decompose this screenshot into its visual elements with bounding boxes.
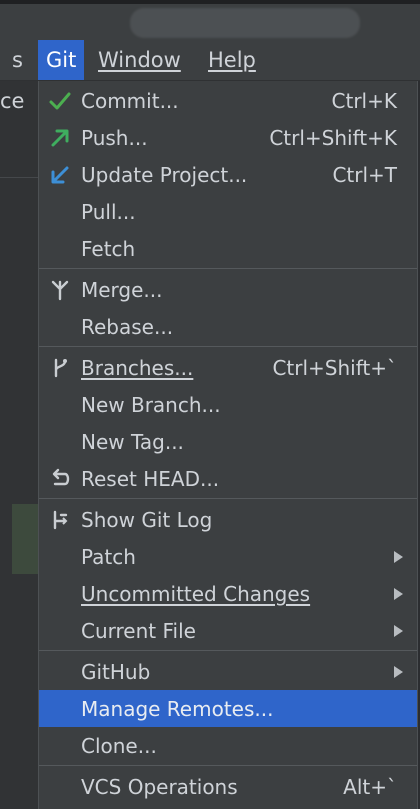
update-arrow-icon [39,156,81,193]
menu-item-label: Show Git Log [81,507,213,532]
menu-item-label: Uncommitted Changes [81,582,394,606]
menu-item-github[interactable]: GitHub [39,653,417,690]
menu-window[interactable]: Window [90,40,189,80]
menu-bar: s Git Window Help [0,40,420,81]
merge-icon [39,271,81,308]
menu-item-label-text: Branches... [81,355,194,380]
menu-separator [39,498,417,499]
changed-lines-marker [12,504,38,574]
check-icon [39,82,81,119]
branch-icon [39,349,81,386]
menu-separator [39,650,417,651]
menu-item-commit[interactable]: Commit... Ctrl+K [39,82,417,119]
undo-icon [39,460,81,497]
menu-item-label: Clone... [81,733,157,758]
push-arrow-icon [39,119,81,156]
menu-item-label: Merge... [81,277,163,302]
menu-item-label: Pull... [81,199,136,224]
menu-item-rebase[interactable]: Rebase... [39,308,417,345]
menu-help[interactable]: Help [200,40,264,80]
menu-item-label: Current File [81,618,196,643]
partial-text: ce [0,89,25,113]
menu-item-update-project[interactable]: Update Project... Ctrl+T [39,156,417,193]
menu-item-merge[interactable]: Merge... [39,271,417,308]
menu-item-label: VCS Operations [81,774,238,799]
menu-item-vcs-operations[interactable]: VCS Operations Alt+` [39,768,417,805]
menu-item-label: Push... [81,125,148,150]
editor-left-strip: ce [0,81,38,809]
git-log-icon [39,501,81,538]
submenu-arrow-icon [394,665,403,678]
menu-item-shortcut: Ctrl+T [332,162,397,187]
menu-item-label: Rebase... [81,314,174,339]
menu-partial-s[interactable]: s [4,40,31,80]
menu-item-label: Reset HEAD... [81,466,220,491]
menu-item-label: Update Project... [81,162,248,187]
menu-window-label: Window [98,48,181,72]
menu-item-label-text: Uncommitted Changes [81,581,311,606]
menu-item-new-tag[interactable]: New Tag... [39,423,417,460]
menu-item-patch[interactable]: Patch [39,538,417,575]
menu-item-uncommitted-changes[interactable]: Uncommitted Changes [39,575,417,612]
menu-item-fetch[interactable]: Fetch [39,230,417,267]
menu-item-pull[interactable]: Pull... [39,193,417,230]
menu-item-label: Patch [81,544,136,569]
menu-item-label: Fetch [81,236,136,261]
menu-item-push[interactable]: Push... Ctrl+Shift+K [39,119,417,156]
menu-item-current-file[interactable]: Current File [39,612,417,649]
menu-item-shortcut: Ctrl+K [331,88,397,113]
menu-item-label: New Tag... [81,429,184,454]
title-bar [0,0,420,40]
menu-item-shortcut: Ctrl+Shift+` [272,355,397,380]
menu-separator [39,268,417,269]
menu-item-show-git-log[interactable]: Show Git Log [39,501,417,538]
menu-item-label: Manage Remotes... [81,696,274,721]
menu-separator [39,346,417,347]
menu-item-branches[interactable]: Branches... Ctrl+Shift+` [39,349,417,386]
submenu-arrow-icon [394,550,403,563]
menu-item-label: New Branch... [81,392,221,417]
git-menu: Commit... Ctrl+K Push... Ctrl+Shift+K Up… [38,81,418,809]
menu-help-label: Help [208,48,256,72]
menu-item-new-branch[interactable]: New Branch... [39,386,417,423]
title-bar-edge [0,0,420,4]
menu-item-shortcut: Alt+` [343,774,397,799]
menu-separator [39,765,417,766]
menu-item-label: GitHub [81,659,151,684]
menu-item-manage-remotes[interactable]: Manage Remotes... [39,690,417,727]
title-bar-blur [130,8,360,38]
menu-git[interactable]: Git [38,40,85,80]
strip-divider [0,177,38,178]
menu-item-shortcut: Ctrl+Shift+K [269,125,397,150]
menu-item-reset-head[interactable]: Reset HEAD... [39,460,417,497]
submenu-arrow-icon [394,624,403,637]
submenu-arrow-icon [394,587,403,600]
menu-item-label: Commit... [81,88,179,113]
menu-item-label: Branches... [81,356,272,380]
menu-item-clone[interactable]: Clone... [39,727,417,764]
